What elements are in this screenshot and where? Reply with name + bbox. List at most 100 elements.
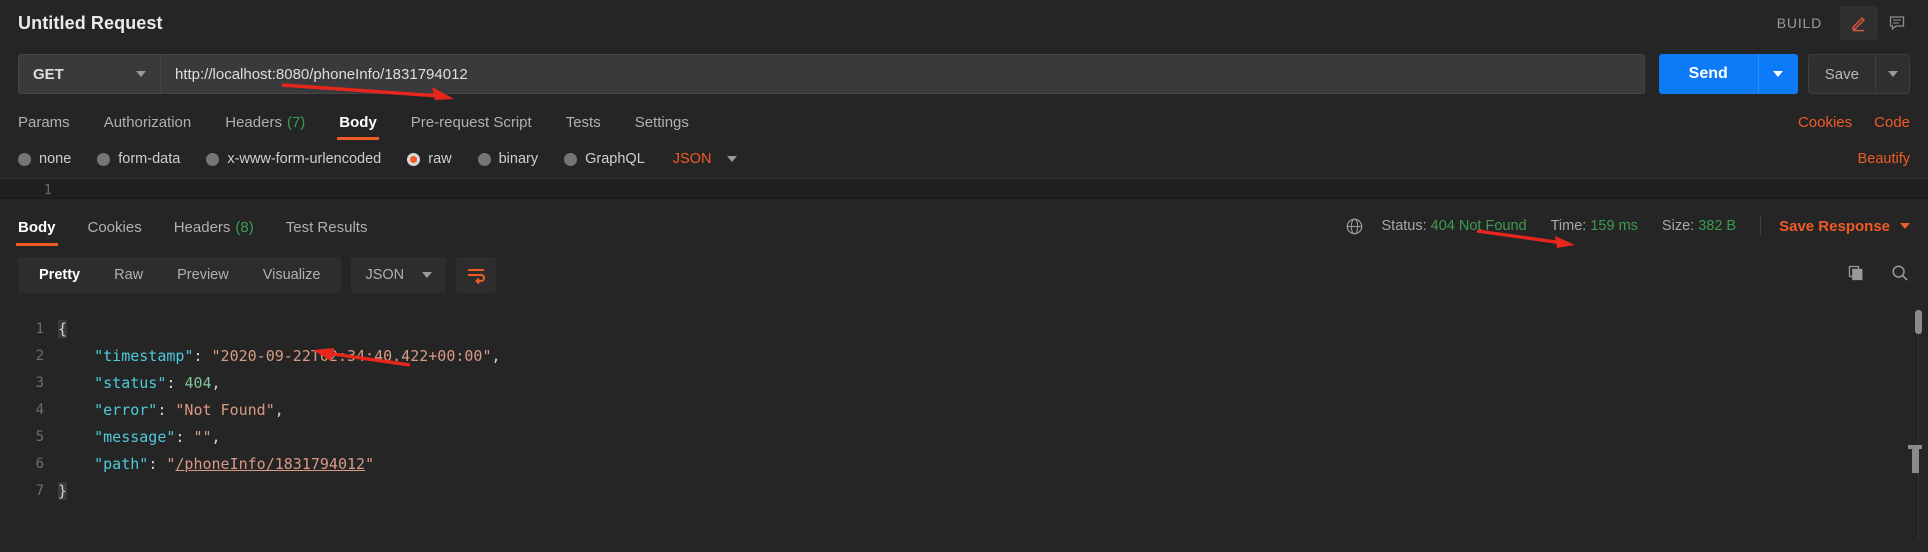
pencil-icon[interactable] bbox=[1840, 6, 1878, 40]
tab-label: Body bbox=[339, 114, 377, 131]
code-link[interactable]: Code bbox=[1874, 114, 1910, 131]
response-format-select[interactable]: JSON bbox=[351, 257, 447, 293]
view-raw[interactable]: Raw bbox=[97, 261, 160, 289]
code-token: /phoneInfo/1831794012 bbox=[175, 455, 366, 473]
url-value: http://localhost:8080/phoneInfo/18317940… bbox=[175, 65, 468, 83]
http-method-label: GET bbox=[33, 65, 64, 83]
tab-body[interactable]: Body bbox=[337, 114, 379, 140]
code-line: 2 "timestamp": "2020-09-22T02:34:40.422+… bbox=[0, 343, 1928, 370]
response-tab-headers[interactable]: Headers (8) bbox=[174, 219, 254, 246]
url-input[interactable]: http://localhost:8080/phoneInfo/18317940… bbox=[160, 54, 1645, 94]
tab-tests[interactable]: Tests bbox=[566, 114, 601, 140]
title-bar: Untitled Request BUILD bbox=[0, 0, 1928, 46]
view-preview[interactable]: Preview bbox=[160, 261, 246, 289]
code-line-text: "path": "/phoneInfo/1831794012" bbox=[58, 451, 374, 478]
copy-icon[interactable] bbox=[1846, 263, 1866, 288]
size-value: 382 B bbox=[1698, 218, 1737, 234]
tab-pre-request-script[interactable]: Pre-request Script bbox=[411, 114, 532, 140]
body-type-label: raw bbox=[428, 151, 452, 167]
save-response-button[interactable]: Save Response bbox=[1779, 218, 1910, 235]
code-line-text: "status": 404, bbox=[58, 370, 220, 397]
http-method-select[interactable]: GET bbox=[18, 54, 160, 94]
chevron-down-icon bbox=[727, 156, 738, 162]
save-options-button[interactable] bbox=[1875, 55, 1909, 93]
globe-icon[interactable] bbox=[1345, 217, 1364, 236]
tab-label: Cookies bbox=[87, 219, 142, 236]
radio-icon bbox=[97, 152, 111, 166]
body-type-label: GraphQL bbox=[585, 151, 645, 167]
code-token: } bbox=[58, 482, 68, 500]
view-pretty[interactable]: Pretty bbox=[22, 261, 97, 289]
send-options-button[interactable] bbox=[1757, 54, 1798, 94]
code-token: "path" bbox=[94, 455, 149, 473]
response-tab-cookies[interactable]: Cookies bbox=[88, 219, 142, 246]
body-type-label: form-data bbox=[118, 151, 181, 167]
tab-authorization[interactable]: Authorization bbox=[104, 114, 192, 140]
body-type-row: none form-data x-www-form-urlencoded raw… bbox=[0, 140, 1928, 178]
scrollbar-thumb[interactable] bbox=[1915, 310, 1922, 334]
tab-label: Authorization bbox=[103, 114, 192, 131]
code-token: "status" bbox=[94, 374, 167, 392]
scrollbar-track bbox=[1918, 310, 1919, 540]
tab-headers[interactable]: Headers (7) bbox=[225, 114, 305, 140]
code-token: : bbox=[175, 428, 194, 446]
beautify-button[interactable]: Beautify bbox=[1858, 151, 1910, 167]
body-type-form-data[interactable]: form-data bbox=[97, 151, 180, 167]
request-body-editor[interactable]: 1 bbox=[0, 178, 1928, 198]
chevron-down-icon bbox=[422, 272, 433, 278]
line-number: 1 bbox=[35, 321, 44, 337]
tab-label: Body bbox=[18, 219, 56, 236]
body-type-none[interactable]: none bbox=[18, 151, 71, 167]
code-token: : bbox=[166, 374, 185, 392]
request-tabs-links: Cookies Code bbox=[1798, 114, 1910, 140]
search-icon[interactable] bbox=[1890, 263, 1910, 288]
chevron-down-icon bbox=[1900, 223, 1910, 229]
body-type-graphql[interactable]: GraphQL bbox=[564, 151, 645, 167]
response-tab-test-results[interactable]: Test Results bbox=[286, 219, 368, 246]
line-number: 5 bbox=[35, 429, 44, 445]
send-button[interactable]: Send bbox=[1658, 54, 1758, 94]
postman-window: Untitled Request BUILD GET http://localh… bbox=[0, 0, 1928, 552]
word-wrap-icon[interactable] bbox=[456, 257, 497, 293]
line-number: 2 bbox=[35, 348, 44, 364]
line-number: 6 bbox=[35, 456, 44, 472]
code-token: : bbox=[148, 455, 167, 473]
response-meta: Status: 404 Not Found Time: 159 ms Size:… bbox=[1345, 216, 1910, 246]
tab-params[interactable]: Params bbox=[18, 114, 70, 140]
comment-icon[interactable] bbox=[1878, 6, 1916, 40]
body-type-raw[interactable]: raw bbox=[407, 151, 452, 167]
body-type-binary[interactable]: binary bbox=[477, 151, 538, 167]
tab-label: Headers bbox=[225, 114, 282, 131]
url-bar: GET http://localhost:8080/phoneInfo/1831… bbox=[0, 46, 1928, 102]
code-token: : bbox=[157, 401, 176, 419]
status-value: 404 Not Found bbox=[1430, 218, 1527, 234]
save-button-group: Save bbox=[1807, 54, 1910, 94]
tab-label: Test Results bbox=[285, 219, 368, 236]
vertical-scrollbar[interactable] bbox=[1908, 310, 1922, 540]
code-line: 4 "error": "Not Found", bbox=[0, 397, 1928, 424]
save-button[interactable]: Save bbox=[1809, 55, 1875, 93]
response-format-label: JSON bbox=[365, 267, 405, 283]
radio-icon bbox=[206, 152, 220, 166]
status-label: Status: bbox=[1381, 218, 1427, 234]
cookies-link[interactable]: Cookies bbox=[1798, 114, 1852, 131]
code-line-text: "error": "Not Found", bbox=[58, 397, 284, 424]
tab-settings[interactable]: Settings bbox=[635, 114, 689, 140]
line-number: 4 bbox=[35, 402, 44, 418]
code-token: , bbox=[491, 347, 501, 365]
view-visualize[interactable]: Visualize bbox=[246, 261, 338, 289]
tab-label: Params bbox=[18, 114, 70, 131]
code-line: 6 "path": "/phoneInfo/1831794012" bbox=[0, 451, 1928, 478]
content-type-select[interactable]: JSON bbox=[673, 151, 738, 167]
body-type-urlencoded[interactable]: x-www-form-urlencoded bbox=[206, 151, 381, 167]
response-tab-body[interactable]: Body bbox=[16, 219, 57, 246]
response-toolbar-actions bbox=[1846, 263, 1910, 288]
save-response-label: Save Response bbox=[1779, 217, 1890, 235]
tab-label: Pre-request Script bbox=[410, 114, 532, 131]
code-token: "" bbox=[193, 428, 212, 446]
chevron-down-icon bbox=[1887, 71, 1898, 77]
size-badge: Size: 382 B bbox=[1662, 218, 1736, 234]
response-body-code[interactable]: 1{2 "timestamp": "2020-09-22T02:34:40.42… bbox=[0, 304, 1928, 552]
response-view-switcher: Pretty Raw Preview Visualize bbox=[18, 257, 342, 293]
